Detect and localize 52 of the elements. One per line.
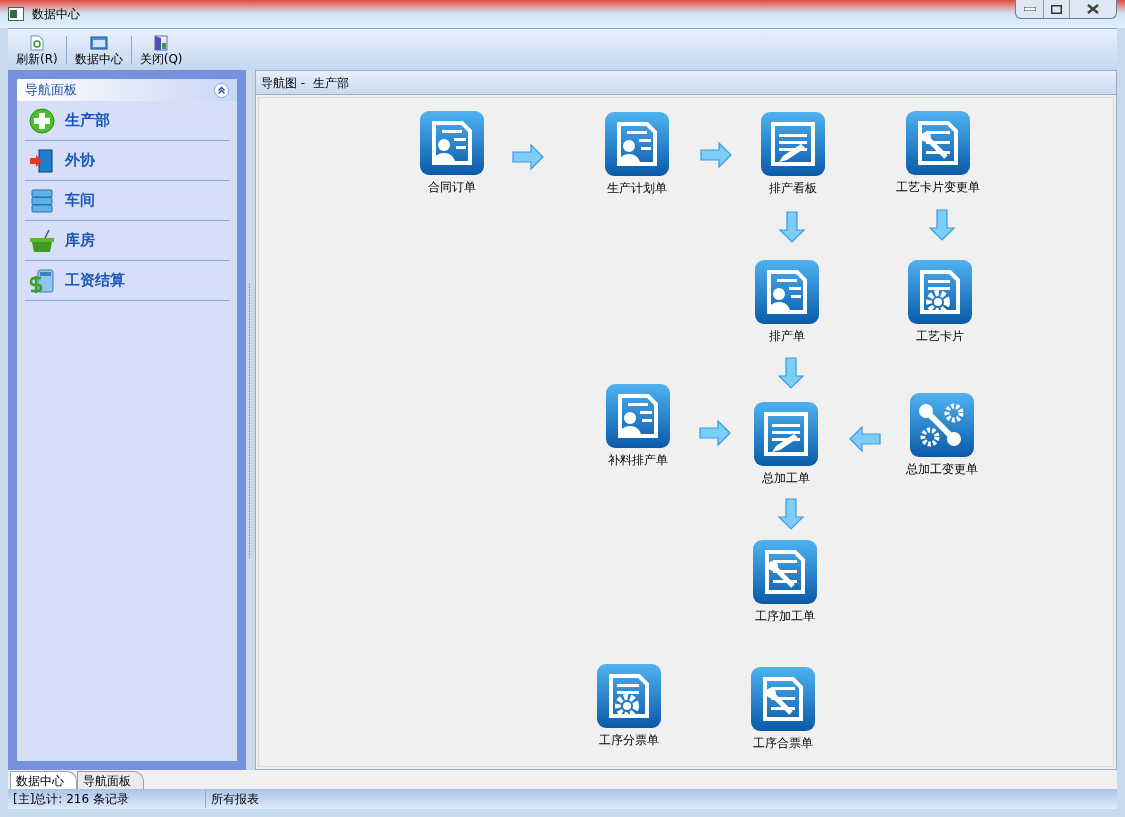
close-icon [1087,4,1099,14]
wrench-gear-icon [910,393,974,457]
document-person-icon [420,111,484,175]
maximize-icon [1051,4,1062,14]
bottom-tab[interactable]: 数据中心 [10,771,77,789]
document-person-icon [606,384,670,448]
database-icon [29,187,55,214]
toolbar-button[interactable]: 数据中心 [70,34,127,65]
document-wrench-icon [906,111,970,175]
minimize-icon [1023,7,1036,11]
diagram-node[interactable]: 工序加工单 [730,540,840,625]
document-pencil-icon [754,402,818,466]
collapse-icon[interactable] [214,82,229,98]
document-person-icon [605,112,669,176]
sidebar-item[interactable]: 外协 [25,141,229,180]
sidebar-item[interactable]: 工资结算 [25,261,229,300]
diagram-node[interactable]: 工序分票单 [574,664,684,749]
refresh-icon [29,34,44,51]
sidebar-item[interactable]: 车间 [25,181,229,220]
diagram-node[interactable]: 排产单 [732,260,842,345]
window-title: 数据中心 [32,6,80,23]
diagram-node[interactable]: 工艺卡片变更单 [883,111,993,196]
door-icon [154,34,169,51]
document-wrench-icon [753,540,817,604]
toolbar-button[interactable]: 刷新(R) [12,34,62,65]
diagram-node[interactable]: 工艺卡片 [885,260,995,345]
app-icon [8,7,24,21]
document-wrench-icon [751,667,815,731]
bottom-tab[interactable]: 导航面板 [77,771,144,789]
status-text: 所有报表 [210,791,259,808]
diagram-node[interactable]: 工序合票单 [728,667,838,752]
door-arrow-icon [29,147,55,174]
sidebar-item[interactable]: 库房 [25,221,229,260]
calculator-dollar-icon [29,267,55,294]
document-gear-icon [597,664,661,728]
document-person-icon [755,260,819,324]
diagram-node[interactable]: 生产计划单 [582,112,692,197]
diagram-node[interactable]: 补料排产单 [583,384,693,469]
toolbar-button[interactable]: 关闭(Q) [135,34,187,65]
diagram-node[interactable]: 排产看板 [738,112,848,197]
panel-title: 导航面板 [25,81,77,100]
document-gear-icon [908,260,972,324]
breadcrumb: 导航图 - 生产部 [261,74,349,92]
window-icon [89,34,108,51]
sidebar-item[interactable]: 生产部 [25,101,229,140]
plus-circle-icon [29,107,55,134]
document-pencil-icon [761,112,825,176]
basket-icon [29,227,55,254]
diagram-node[interactable]: 总加工变更单 [887,393,997,478]
diagram-node[interactable]: 总加工单 [731,402,841,487]
status-text: [主]总计: 216 条记录 [8,790,206,808]
diagram-node[interactable]: 合同订单 [397,111,507,196]
